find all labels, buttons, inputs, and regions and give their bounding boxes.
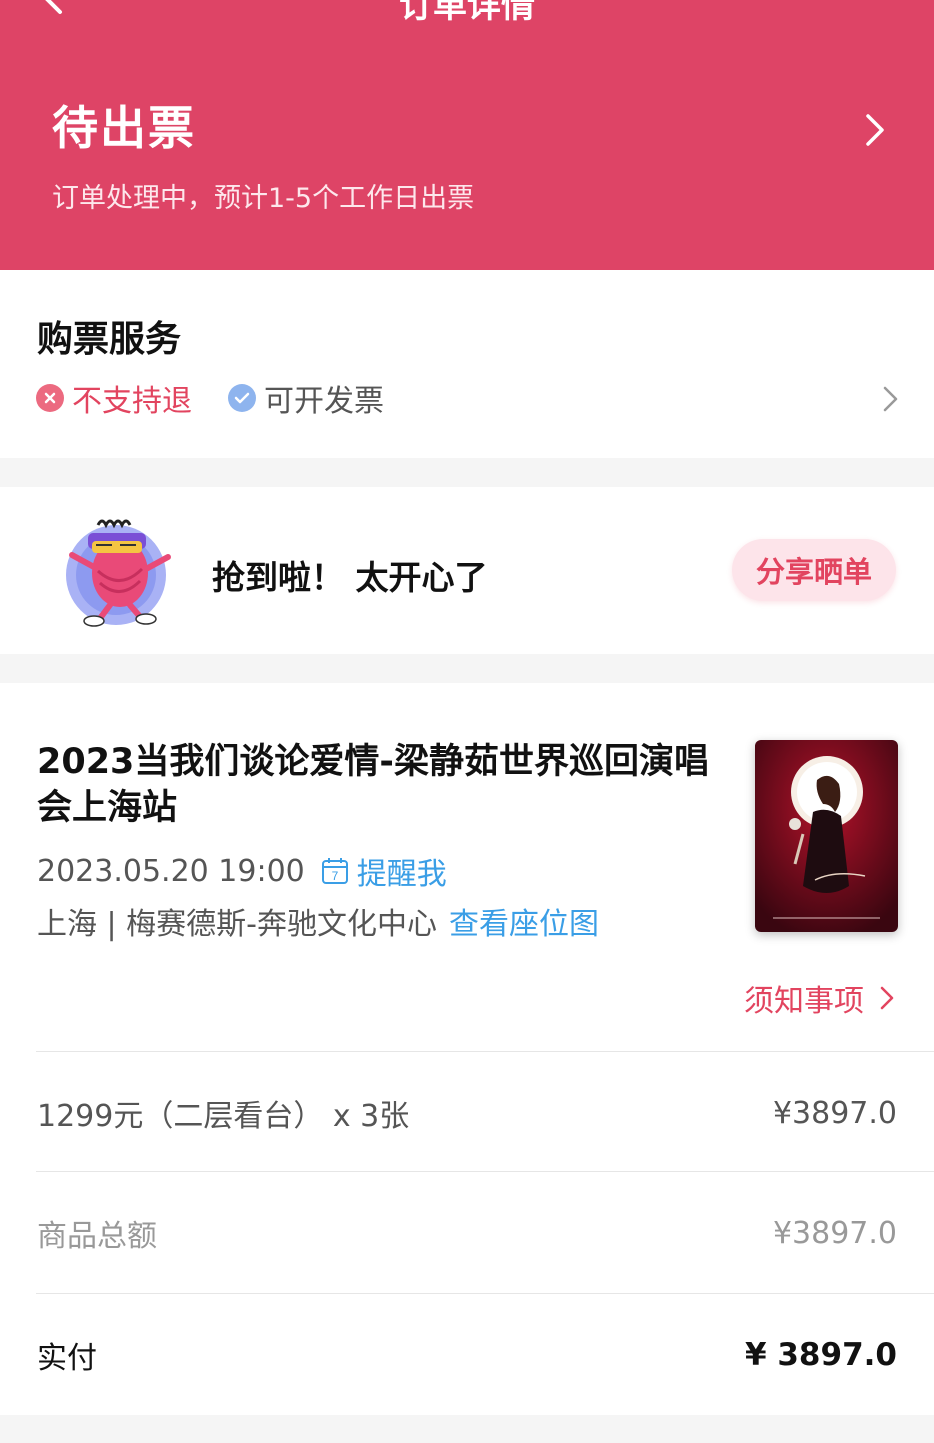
mascot-illustration [66,519,171,627]
subtotal-amount: ¥3897.0 [772,1215,897,1251]
event-datetime-row: 2023.05.20 19:00 7 提醒我 [37,849,447,893]
event-order-card: 2023当我们谈论爱情-梁静茹世界巡回演唱会上海站 2023.05.20 19:… [0,683,934,1415]
event-datetime: 2023.05.20 19:00 [37,853,305,889]
ticket-description: 1299元（二层看台） x 3张 [37,1099,410,1134]
event-venue-row: 上海 | 梅赛德斯-奔驰文化中心 查看座位图 [37,899,599,943]
calendar-day: 7 [331,869,338,883]
ticket-service-card[interactable]: 购票服务 不支持退 可开发票 [0,270,934,458]
x-circle-icon [36,384,64,412]
no-refund-label: 不支持退 [72,384,192,419]
invoice-available-tag: 可开发票 [228,378,384,419]
paid-amount: ¥ 3897.0 [745,1337,897,1373]
ticket-amount: ¥3897.0 [772,1095,897,1131]
subtotal-label: 商品总额 [37,1219,157,1254]
order-status-description: 订单处理中，预计1-5个工作日出票 [52,183,475,214]
event-poster[interactable] [755,740,898,932]
order-status-header: 订单详情 待出票 订单处理中，预计1-5个工作日出票 [0,0,934,270]
order-status-title: 待出票 [52,101,196,155]
no-refund-tag: 不支持退 [36,378,192,419]
notice-link[interactable]: 须知事项 [744,978,896,1019]
event-venue: 上海 | 梅赛德斯-奔驰文化中心 [37,907,438,942]
share-order-button[interactable]: 分享晒单 [732,539,896,601]
share-message: 抢到啦！ 太开心了 [212,558,488,597]
divider [36,1293,934,1294]
divider [36,1171,934,1172]
divider [36,1051,934,1052]
remind-me-link[interactable]: 提醒我 [357,849,447,893]
invoice-available-label: 可开发票 [264,384,384,419]
check-circle-icon [228,384,256,412]
seat-map-link[interactable]: 查看座位图 [449,899,599,943]
ticket-service-title: 购票服务 [37,319,182,360]
paid-label: 实付 [37,1341,97,1376]
share-card: 抢到啦！ 太开心了 分享晒单 [0,487,934,654]
page-title: 订单详情 [399,0,535,26]
notice-label: 须知事项 [744,984,864,1019]
paid-row: 实付 ¥ 3897.0 [37,1333,897,1377]
event-title[interactable]: 2023当我们谈论爱情-梁静茹世界巡回演唱会上海站 [37,739,717,831]
chevron-right-icon[interactable] [858,112,890,148]
ticket-line-row: 1299元（二层看台） x 3张 ¥3897.0 [37,1091,897,1135]
chevron-right-icon[interactable] [878,384,902,414]
calendar-icon[interactable]: 7 [321,857,349,885]
subtotal-row: 商品总额 ¥3897.0 [37,1211,897,1255]
chevron-right-icon [880,986,894,1010]
